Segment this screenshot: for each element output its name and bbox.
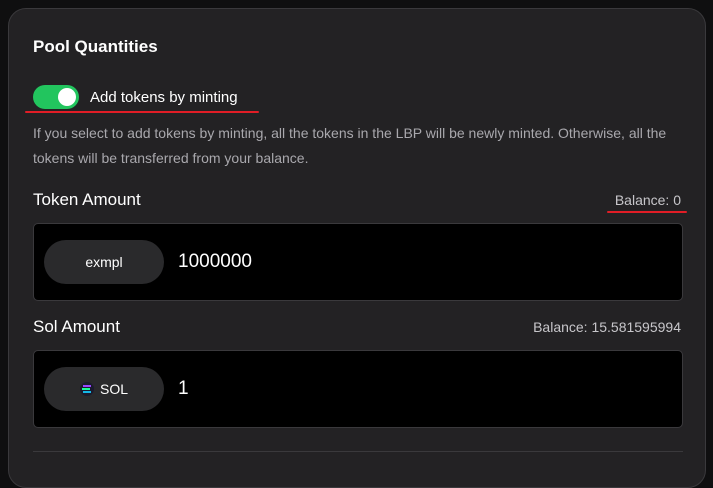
token-amount-label: Token Amount <box>33 190 141 209</box>
sol-select-button[interactable]: SOL <box>44 367 164 411</box>
annotation-underline-balance <box>607 211 687 213</box>
mint-toggle-label: Add tokens by minting <box>90 88 238 106</box>
sol-balance: Balance: 15.581595994 <box>533 319 681 335</box>
sol-amount-input[interactable] <box>178 373 658 405</box>
annotation-underline-toggle <box>25 111 259 113</box>
toggle-knob <box>58 88 76 106</box>
mint-toggle-row: Add tokens by minting <box>33 85 238 109</box>
sol-amount-label: Sol Amount <box>33 317 120 336</box>
token-balance: Balance: 0 <box>614 192 681 208</box>
sol-amount-box: SOL <box>33 350 683 428</box>
mint-toggle[interactable] <box>33 85 79 109</box>
token-amount-box: exmpl <box>33 223 683 301</box>
section-title: Pool Quantities <box>33 37 158 56</box>
mint-description: If you select to add tokens by minting, … <box>33 125 667 166</box>
sol-select-label: SOL <box>99 381 128 397</box>
token-select-button[interactable]: exmpl <box>44 240 164 284</box>
section-divider <box>33 451 683 452</box>
token-select-label: exmpl <box>85 254 123 270</box>
pool-quantities-panel: Pool Quantities Add tokens by minting If… <box>8 8 706 488</box>
token-amount-input[interactable] <box>178 246 658 278</box>
solana-logo-icon <box>79 382 94 396</box>
